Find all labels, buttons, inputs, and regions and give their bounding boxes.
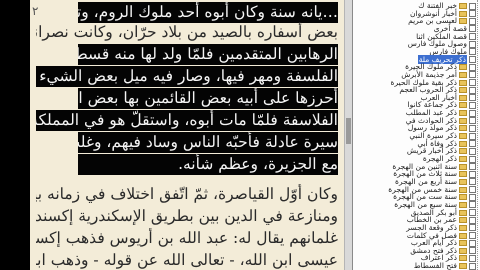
text-line: ومنازعة في الدين بين بطريق الإسكندرية إك… [36, 207, 338, 225]
folder-icon [459, 263, 467, 270]
text-line: وكان أوّل القياصرة، ثمّ اتّفق اختلاف في … [36, 185, 338, 203]
checkbox-icon[interactable] [469, 262, 476, 270]
tree-item[interactable]: فتح الفسطاط [358, 261, 476, 270]
text-line: مع الجزيرة، وعظم شأنه. [78, 154, 338, 175]
text-line: غلمانهم يقال له: عبد الله بن أريوس فذهب … [36, 229, 338, 247]
text-line: الفلسفة ومهر فيها، وصار فيه ميل بعض الشي… [36, 66, 338, 87]
tree-guide-line [477, 0, 478, 270]
text-line: الفلاسفة فلمّا مات أبوه، واستقلّ هو في ا… [36, 110, 338, 131]
table-of-contents-tree[interactable]: خبر الفتنة ك أخبار أنوشروان لعيسى بن مريم ق… [352, 0, 480, 270]
page-marker: ٢ [32, 4, 39, 18]
tree-item-label: فتح الفسطاط [413, 261, 457, 270]
document-page[interactable]: ٢ …يانه سنة وكان أبوه أحد ملوك الروم، وت… [30, 0, 344, 270]
scrollbar-thumb[interactable] [346, 118, 351, 144]
document-scrollbar[interactable] [344, 0, 352, 270]
text-line: أحرزها على أبيه بعض القائمين بها بعض الش… [78, 88, 338, 109]
text-line: بعض أسفاره بالصيد من بلاد حرّان، وكانت ن… [36, 23, 338, 41]
text-line: عيسى ابن الله، - تعالى الله عن قوله - وذ… [36, 251, 338, 269]
text-line: …يانه سنة وكان أبوه أحد ملوك الروم، وتزو… [78, 2, 338, 23]
text-line: سيرة عادلة فأحبّه الناس وساد فيهم، وغلب … [78, 132, 338, 153]
text-line: الرهابين المتقدمين فلمّا ولد لها منه قسط… [78, 44, 338, 65]
left-black-bar [0, 0, 30, 270]
